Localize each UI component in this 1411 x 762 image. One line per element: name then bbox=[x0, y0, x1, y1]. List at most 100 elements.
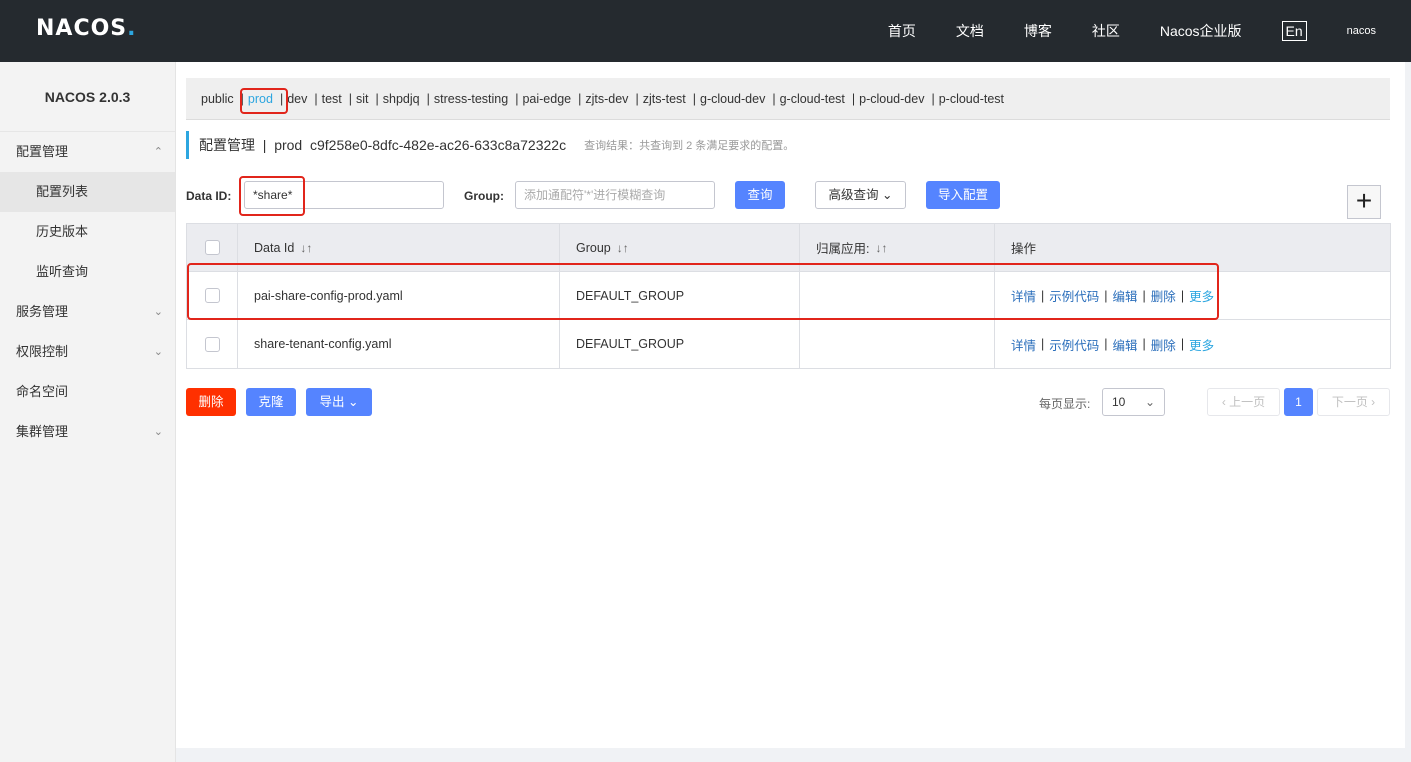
delete-link[interactable]: 删除 bbox=[1151, 335, 1176, 354]
chevron-up-icon: ⌃ bbox=[153, 146, 163, 158]
more-link[interactable]: 更多 bbox=[1189, 335, 1214, 354]
row-select-cell bbox=[187, 320, 238, 368]
table-header: Data Id ↓↑ Group ↓↑ 归属应用: ↓↑ 操作 bbox=[187, 224, 1390, 272]
namespace-bar: public | prod | dev | test | sit | shpdjq | st… bbox=[186, 78, 1390, 120]
namespace-label: sit bbox=[356, 91, 369, 106]
group-label: Group: bbox=[464, 189, 504, 203]
sidebar-item-config-list[interactable]: 配置列表 bbox=[0, 172, 175, 212]
namespace-pai-edge[interactable]: | pai-edge bbox=[515, 92, 571, 106]
prev-page-button[interactable]: ‹ 上一页 bbox=[1207, 388, 1280, 416]
nav-docs[interactable]: 文档 bbox=[956, 21, 984, 41]
sidebar-item-namespace[interactable]: 命名空间 bbox=[0, 372, 175, 412]
detail-link[interactable]: 详情 bbox=[1011, 335, 1036, 354]
namespace-zjts-dev[interactable]: | zjts-dev bbox=[578, 92, 628, 106]
clone-button[interactable]: 克隆 bbox=[246, 388, 296, 416]
namespace-label: g-cloud-test bbox=[779, 91, 845, 106]
namespace-dev[interactable]: | dev bbox=[280, 92, 307, 106]
header-operations: 操作 bbox=[1011, 242, 1037, 256]
import-config-button[interactable]: 导入配置 bbox=[926, 181, 1000, 209]
next-page-button[interactable]: 下一页 › bbox=[1317, 388, 1390, 416]
group-input[interactable]: 添加通配符'*'进行模糊查询 bbox=[515, 181, 715, 209]
header-group[interactable]: Group ↓↑ bbox=[560, 224, 800, 271]
namespace-prod[interactable]: | prod bbox=[241, 92, 273, 106]
cell-data-id: pai-share-config-prod.yaml bbox=[238, 272, 560, 319]
config-table: Data Id ↓↑ Group ↓↑ 归属应用: ↓↑ 操作 pai-share-c… bbox=[186, 223, 1391, 369]
sidebar-item-label: 历史版本 bbox=[36, 224, 89, 239]
namespace-label: p-cloud-test bbox=[938, 91, 1005, 106]
cell-data-id: share-tenant-config.yaml bbox=[238, 320, 560, 368]
table-row: pai-share-config-prod.yaml DEFAULT_GROUP… bbox=[187, 272, 1390, 320]
sidebar-item-listener-query[interactable]: 监听查询 bbox=[0, 252, 175, 292]
query-result-hint: 查询结果：共查询到 2 条满足要求的配置。 bbox=[584, 140, 795, 152]
data-id-input[interactable]: *share* bbox=[244, 181, 444, 209]
sample-code-link[interactable]: 示例代码 bbox=[1049, 286, 1099, 305]
nav-community[interactable]: 社区 bbox=[1092, 21, 1120, 41]
nav-enterprise[interactable]: Nacos企业版 bbox=[1160, 21, 1242, 41]
chevron-down-icon: ⌄ bbox=[1144, 395, 1155, 409]
table-footer: 删除 克隆 导出 ⌄ 每页显示: 10 ⌄ ‹ 上一页 1 下一页 › bbox=[186, 388, 1391, 416]
namespace-label: prod bbox=[247, 91, 273, 106]
detail-link[interactable]: 详情 bbox=[1011, 286, 1036, 305]
advanced-query-button[interactable]: 高级查询 ⌄ bbox=[815, 181, 906, 209]
header-app[interactable]: 归属应用: ↓↑ bbox=[800, 224, 995, 271]
chevron-down-icon: ⌄ bbox=[348, 395, 359, 409]
namespace-label: stress-testing bbox=[433, 91, 509, 106]
add-config-button[interactable]: + bbox=[1347, 185, 1381, 219]
namespace-sit[interactable]: | sit bbox=[349, 92, 369, 106]
cell-group: DEFAULT_GROUP bbox=[560, 272, 800, 319]
sort-icon[interactable]: ↓↑ bbox=[617, 241, 629, 255]
sidebar-item-service-management[interactable]: 服务管理 ⌄ bbox=[0, 292, 175, 332]
query-button[interactable]: 查询 bbox=[735, 181, 785, 209]
sort-icon[interactable]: ↓↑ bbox=[300, 241, 312, 255]
namespace-shpdjq[interactable]: | shpdjq bbox=[376, 92, 420, 106]
sidebar-item-access-control[interactable]: 权限控制 ⌄ bbox=[0, 332, 175, 372]
delete-link[interactable]: 删除 bbox=[1151, 286, 1176, 305]
page-size-select[interactable]: 10 ⌄ bbox=[1102, 388, 1165, 416]
namespace-p-cloud-test[interactable]: | p-cloud-test bbox=[931, 92, 1004, 106]
namespace-stress-testing[interactable]: | stress-testing bbox=[427, 92, 509, 106]
chevron-down-icon: ⌄ bbox=[882, 188, 893, 202]
chevron-down-icon: ⌄ bbox=[153, 346, 163, 358]
user-menu[interactable]: nacos bbox=[1347, 25, 1376, 37]
namespace-test[interactable]: | test bbox=[314, 92, 341, 106]
sort-icon[interactable]: ↓↑ bbox=[875, 241, 887, 255]
more-link[interactable]: 更多 bbox=[1189, 286, 1214, 305]
page-size-label: 每页显示: bbox=[1039, 397, 1091, 411]
namespace-p-cloud-dev[interactable]: | p-cloud-dev bbox=[852, 92, 925, 106]
language-toggle[interactable]: En bbox=[1281, 21, 1307, 41]
nav-blog[interactable]: 博客 bbox=[1024, 21, 1052, 41]
cell-app bbox=[800, 320, 995, 368]
namespace-label: p-cloud-dev bbox=[859, 91, 925, 106]
edit-link[interactable]: 编辑 bbox=[1113, 286, 1138, 305]
sidebar-item-cluster-management[interactable]: 集群管理 ⌄ bbox=[0, 412, 175, 452]
export-button[interactable]: 导出 ⌄ bbox=[306, 388, 372, 416]
edit-link[interactable]: 编辑 bbox=[1113, 335, 1138, 354]
page-title: 配置管理 | prod c9f258e0-8dfc-482e-ac26-633c… bbox=[186, 131, 794, 159]
batch-delete-button[interactable]: 删除 bbox=[186, 388, 236, 416]
nav-home[interactable]: 首页 bbox=[888, 21, 916, 41]
chevron-right-icon: › bbox=[1371, 395, 1376, 409]
sidebar-item-history[interactable]: 历史版本 bbox=[0, 212, 175, 252]
row-checkbox[interactable] bbox=[204, 288, 220, 303]
version-title: NACOS 2.0.3 bbox=[0, 62, 175, 132]
page-1-button[interactable]: 1 bbox=[1284, 388, 1313, 416]
sidebar-item-label: 权限控制 bbox=[16, 344, 69, 359]
namespace-public[interactable]: public bbox=[201, 92, 234, 106]
sidebar: NACOS 2.0.3 配置管理 ⌃ 配置列表 历史版本 监听查询 服务管理 ⌄… bbox=[0, 62, 176, 762]
next-page-label: 下一页 bbox=[1331, 395, 1368, 409]
namespace-g-cloud-test[interactable]: | g-cloud-test bbox=[772, 92, 845, 106]
header-label: 归属应用: bbox=[816, 242, 870, 256]
namespace-zjts-test[interactable]: | zjts-test bbox=[635, 92, 685, 106]
namespace-g-cloud-dev[interactable]: | g-cloud-dev bbox=[693, 92, 766, 106]
sidebar-item-config-management[interactable]: 配置管理 ⌃ bbox=[0, 132, 175, 172]
nacos-logo[interactable]: NACOS. bbox=[36, 16, 137, 44]
select-all-checkbox[interactable] bbox=[204, 240, 220, 255]
row-checkbox[interactable] bbox=[204, 336, 220, 352]
sample-code-link[interactable]: 示例代码 bbox=[1049, 335, 1099, 354]
header-select-cell bbox=[187, 224, 238, 271]
table-row: share-tenant-config.yaml DEFAULT_GROUP 详… bbox=[187, 320, 1390, 368]
header-data-id[interactable]: Data Id ↓↑ bbox=[238, 224, 560, 271]
advanced-query-label: 高级查询 bbox=[828, 188, 879, 202]
sidebar-item-label: 命名空间 bbox=[16, 384, 69, 399]
top-nav: 首页 文档 博客 社区 Nacos企业版 En nacos bbox=[888, 0, 1411, 62]
